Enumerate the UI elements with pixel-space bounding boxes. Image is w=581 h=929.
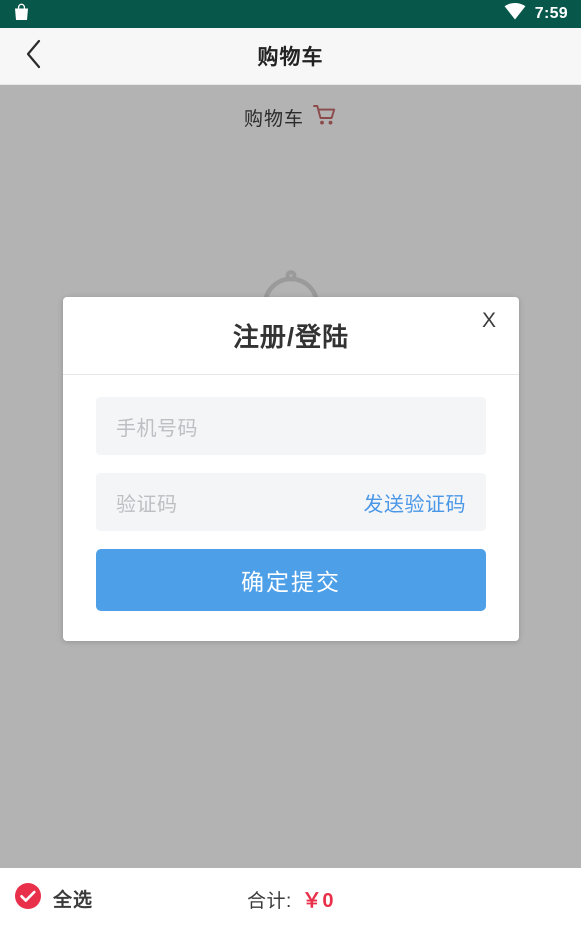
status-bar-time: 7:59 — [534, 5, 568, 22]
phone-screen: 7:59 购物车 购物车 注册/登陆 X 手机号码 验证码 发送验证码 确定提交… — [0, 0, 581, 929]
bottom-bar: 全选 合计: ￥0 — [0, 868, 581, 929]
check-circle-icon — [14, 882, 42, 915]
send-code-button[interactable]: 发送验证码 — [364, 488, 467, 517]
close-icon[interactable]: X — [473, 305, 505, 337]
verification-code-input-placeholder: 验证码 — [116, 493, 178, 516]
phone-input-placeholder: 手机号码 — [116, 417, 198, 440]
login-modal: 注册/登陆 X 手机号码 验证码 发送验证码 确定提交 — [63, 297, 519, 641]
status-bar-left — [13, 3, 30, 26]
total-value: ￥0 — [301, 890, 334, 912]
select-all-label: 全选 — [53, 890, 94, 911]
status-bar-right: 7:59 — [504, 3, 568, 25]
select-all-toggle[interactable]: 全选 — [14, 882, 93, 915]
submit-button-label: 确定提交 — [241, 569, 341, 595]
verification-code-row[interactable]: 验证码 发送验证码 — [96, 473, 486, 531]
modal-title: 注册/登陆 — [232, 322, 350, 352]
page-content: 购物车 注册/登陆 X 手机号码 验证码 发送验证码 确定提交 — [0, 85, 581, 868]
modal-body: 手机号码 验证码 发送验证码 确定提交 — [63, 375, 519, 641]
status-bar: 7:59 — [0, 0, 581, 28]
page-title: 购物车 — [257, 46, 324, 69]
wifi-icon — [504, 3, 526, 25]
total-label: 合计: — [247, 891, 292, 912]
back-button[interactable] — [10, 28, 56, 84]
app-header: 购物车 — [0, 28, 581, 85]
modal-overlay: 注册/登陆 X 手机号码 验证码 发送验证码 确定提交 — [0, 85, 581, 868]
chevron-left-icon — [25, 39, 42, 74]
shopping-bag-icon — [13, 3, 30, 26]
submit-button[interactable]: 确定提交 — [96, 549, 486, 611]
modal-header: 注册/登陆 X — [63, 297, 519, 375]
phone-input[interactable]: 手机号码 — [96, 397, 486, 455]
